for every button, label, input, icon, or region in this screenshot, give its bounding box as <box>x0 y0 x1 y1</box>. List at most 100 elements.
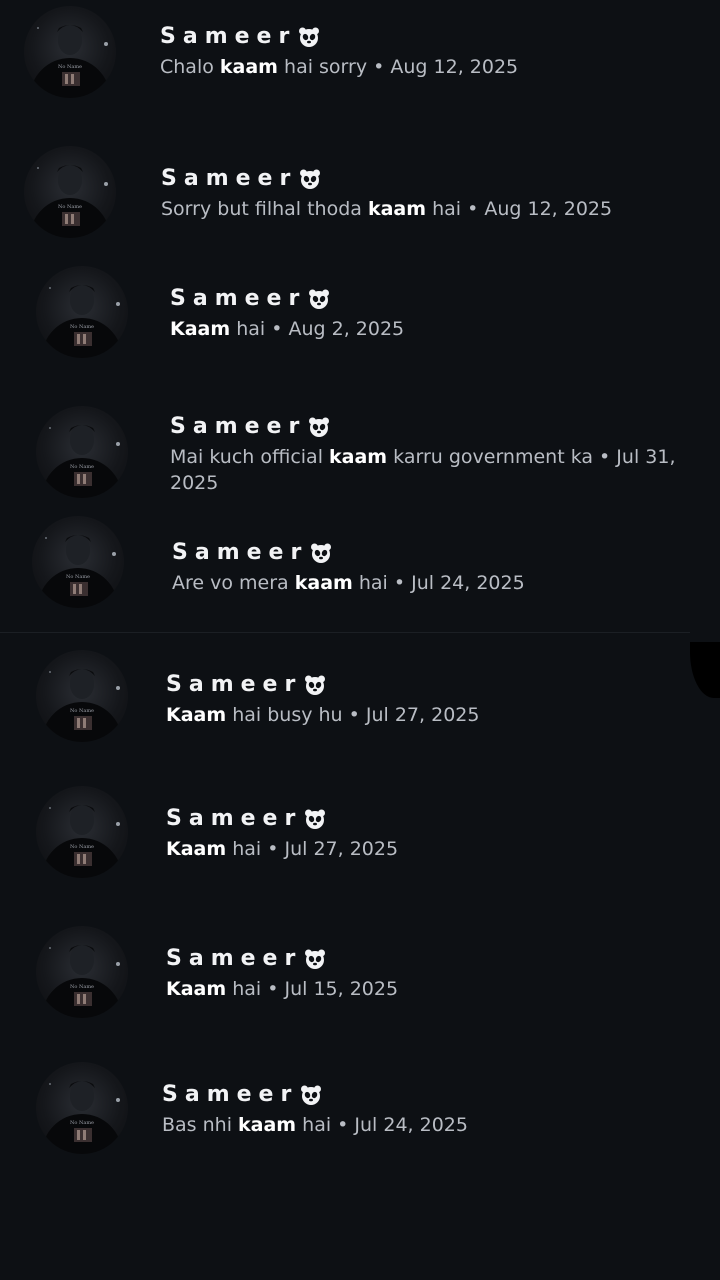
snippet-text: Bas nhi <box>162 1114 239 1136</box>
keyword-highlight: kaam <box>294 572 353 594</box>
avatar-caption: No Name <box>58 64 82 70</box>
sender-name: Sameer <box>172 540 525 566</box>
panda-face-icon <box>308 288 330 310</box>
avatar-image: No Name <box>42 1081 122 1154</box>
message-date: • Jul 27, 2025 <box>261 838 399 860</box>
snippet-text: Sorry but filhal thoda <box>161 198 368 220</box>
avatar[interactable]: No Name <box>36 650 128 742</box>
snippet-text: hai <box>226 978 262 1000</box>
sender-name: Sameer <box>166 672 479 698</box>
avatar-image: No Name <box>42 669 122 742</box>
keyword-highlight: kaam <box>329 446 388 468</box>
message-snippet: Sorry but filhal thoda kaam hai • Aug 12… <box>161 196 612 222</box>
sender-name: Sameer <box>166 946 398 972</box>
search-result[interactable]: No Name Sameer Chalo kaam hai sorry • Au… <box>0 0 720 110</box>
search-result[interactable]: No Name Sameer Kaam hai • Jul 27, 2025 <box>0 780 720 890</box>
snippet-text: hai <box>226 838 262 860</box>
search-result[interactable]: No Name Sameer Kaam hai • Aug 2, 2025 <box>0 258 720 368</box>
sender-name: Sameer <box>162 1082 468 1108</box>
keyword-highlight: kaam <box>238 1114 297 1136</box>
sender-name-text: Sameer <box>166 672 303 697</box>
message-snippet: Kaam hai • Jul 27, 2025 <box>166 836 398 862</box>
search-result[interactable]: No Name Sameer Kaam hai busy hu • Jul 27… <box>0 642 720 752</box>
keyword-highlight: Kaam <box>166 978 227 1000</box>
search-result[interactable]: No Name Sameer Mai kuch official kaam ka… <box>0 398 720 508</box>
panda-face-graphic <box>309 417 330 437</box>
avatar-caption: No Name <box>70 1120 94 1126</box>
search-result[interactable]: No Name Sameer Sorry but filhal thoda ka… <box>0 138 720 248</box>
keyword-highlight: Kaam <box>170 318 231 340</box>
snippet-text: hai <box>230 318 266 340</box>
avatar-caption: No Name <box>70 844 94 850</box>
snippet-text: Are vo mera <box>172 572 295 594</box>
avatar-image: No Name <box>38 535 118 608</box>
avatar-caption: No Name <box>58 204 82 210</box>
avatar-image: No Name <box>42 805 122 878</box>
panda-face-graphic <box>305 809 326 829</box>
message-snippet: Kaam hai busy hu • Jul 27, 2025 <box>166 702 479 728</box>
panda-face-graphic <box>305 675 326 695</box>
search-result[interactable]: No Name Sameer Bas nhi kaam hai • Jul 24… <box>0 1058 720 1168</box>
panda-face-icon <box>299 168 321 190</box>
avatar[interactable]: No Name <box>36 926 128 1018</box>
avatar-image: No Name <box>42 425 122 498</box>
panda-face-icon <box>308 416 330 438</box>
search-result[interactable]: No Name Sameer Are vo mera kaam hai • Ju… <box>0 512 720 630</box>
panda-face-graphic <box>301 1085 322 1105</box>
sender-name-text: Sameer <box>172 540 309 565</box>
message-snippet: Kaam hai • Aug 2, 2025 <box>170 316 404 342</box>
snippet-text: hai <box>296 1114 332 1136</box>
divider <box>0 632 690 633</box>
avatar-caption: No Name <box>70 464 94 470</box>
avatar[interactable]: No Name <box>36 406 128 498</box>
avatar[interactable]: No Name <box>36 786 128 878</box>
keyword-highlight: kaam <box>367 198 427 220</box>
message-snippet: Chalo kaam hai sorry • Aug 12, 2025 <box>160 54 518 80</box>
panda-face-graphic <box>305 949 326 969</box>
avatar-caption: No Name <box>70 324 94 330</box>
message-snippet: Bas nhi kaam hai • Jul 24, 2025 <box>162 1112 468 1138</box>
avatar[interactable]: No Name <box>32 516 124 608</box>
sender-name: Sameer <box>160 24 518 50</box>
panda-face-graphic <box>309 289 330 309</box>
panda-face-icon <box>298 26 320 48</box>
message-date: • Jul 24, 2025 <box>387 572 525 594</box>
keyword-highlight: Kaam <box>166 838 227 860</box>
keyword-highlight: Kaam <box>166 704 227 726</box>
snippet-text: hai busy hu <box>226 704 343 726</box>
panda-face-icon <box>304 674 326 696</box>
avatar[interactable]: No Name <box>24 146 116 238</box>
search-result[interactable]: No Name Sameer Kaam hai • Jul 15, 2025 <box>0 920 720 1030</box>
message-date: • Aug 2, 2025 <box>265 318 405 340</box>
sender-name-text: Sameer <box>162 1082 299 1107</box>
panda-face-graphic <box>311 543 332 563</box>
snippet-text: Mai kuch official <box>170 446 330 468</box>
snippet-text: karru government ka <box>387 446 594 468</box>
snippet-text: Chalo <box>160 56 220 78</box>
panda-face-icon <box>304 948 326 970</box>
panda-face-icon <box>304 808 326 830</box>
message-date: • Jul 27, 2025 <box>342 704 480 726</box>
avatar[interactable]: No Name <box>36 1062 128 1154</box>
avatar-caption: No Name <box>66 574 90 580</box>
snippet-text: hai sorry <box>277 56 368 78</box>
message-snippet: Kaam hai • Jul 15, 2025 <box>166 976 398 1002</box>
sender-name-text: Sameer <box>160 24 297 49</box>
avatar-image: No Name <box>30 165 110 238</box>
message-date: • Jul 15, 2025 <box>261 978 399 1000</box>
sender-name: Sameer <box>161 166 612 192</box>
avatar-image: No Name <box>42 285 122 358</box>
sender-name: Sameer <box>170 414 700 440</box>
avatar-caption: No Name <box>70 708 94 714</box>
avatar[interactable]: No Name <box>24 6 116 98</box>
sender-name: Sameer <box>170 286 404 312</box>
panda-face-graphic <box>300 169 321 189</box>
panda-face-icon <box>300 1084 322 1106</box>
avatar-caption: No Name <box>70 984 94 990</box>
panda-face-graphic <box>299 27 320 47</box>
sender-name-text: Sameer <box>170 414 307 439</box>
avatar[interactable]: No Name <box>36 266 128 358</box>
snippet-text: hai <box>352 572 388 594</box>
message-snippet: Mai kuch official kaam karru government … <box>170 444 700 496</box>
sender-name-text: Sameer <box>170 286 307 311</box>
